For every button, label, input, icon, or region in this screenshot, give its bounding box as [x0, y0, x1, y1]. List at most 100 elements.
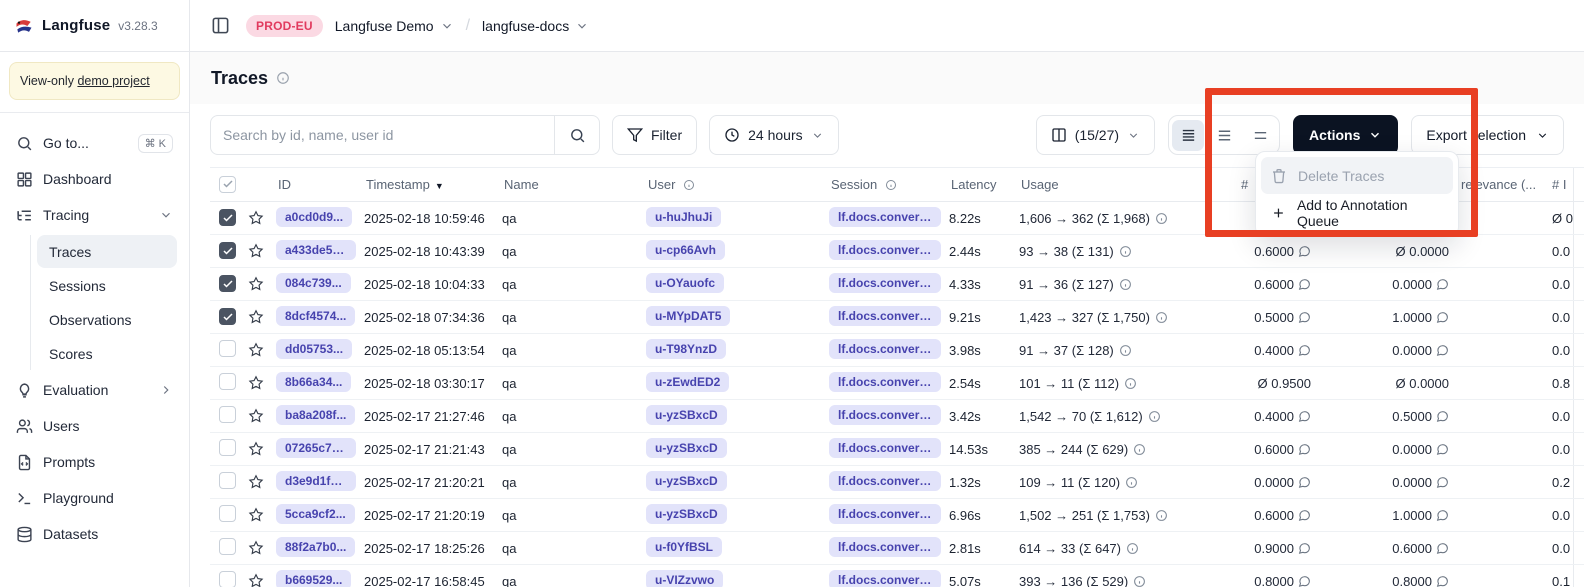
table-row[interactable]: a433de51...2025-02-18 10:43:39qau-cp66Av…	[210, 235, 1584, 268]
project-selector[interactable]: langfuse-docs	[482, 18, 589, 34]
session-cell[interactable]: lf.docs.conversation...	[829, 471, 949, 494]
table-row[interactable]: d3e9d1f2...2025-02-17 21:20:21qau-yzSBxc…	[210, 466, 1584, 499]
user-cell[interactable]: u-huJhuJi	[646, 207, 829, 230]
session-cell[interactable]: lf.docs.conversation...	[829, 339, 949, 362]
user-cell[interactable]: u-yzSBxcD	[646, 405, 829, 428]
user-cell[interactable]: u-yzSBxcD	[646, 438, 829, 461]
row-checkbox[interactable]	[210, 340, 248, 360]
user-cell[interactable]: u-yzSBxcD	[646, 471, 829, 494]
columns-button[interactable]: (15/27)	[1036, 115, 1155, 155]
session-cell[interactable]: lf.docs.conversation...	[829, 240, 949, 263]
menu-item-delete-traces[interactable]: Delete Traces	[1261, 157, 1453, 194]
trace-id-cell[interactable]: b669529...	[276, 570, 364, 587]
sidebar-item-users[interactable]: Users	[8, 408, 181, 444]
search-button[interactable]	[555, 115, 600, 155]
user-cell[interactable]: u-MYpDAT5	[646, 306, 829, 329]
row-checkbox[interactable]	[210, 571, 248, 587]
sidebar-toggle-icon[interactable]	[206, 12, 234, 40]
bookmark-star[interactable]	[248, 243, 276, 259]
info-icon[interactable]	[276, 71, 290, 85]
header-usage[interactable]: Usage	[1019, 177, 1239, 192]
user-cell[interactable]: u-T98YnzD	[646, 339, 829, 362]
session-cell[interactable]: lf.docs.conversation...	[829, 306, 949, 329]
row-checkbox[interactable]	[210, 242, 248, 260]
trace-id-cell[interactable]: dd05753...	[276, 339, 364, 362]
sidebar-item-playground[interactable]: Playground	[8, 480, 181, 516]
select-all-checkbox[interactable]	[219, 176, 236, 193]
menu-item-add-to-annotation-queue[interactable]: Add to Annotation Queue	[1261, 194, 1453, 231]
sidebar-item-dashboard[interactable]: Dashboard	[8, 161, 181, 197]
bookmark-star[interactable]	[248, 309, 276, 325]
header-session[interactable]: Session	[829, 177, 949, 192]
bookmark-star[interactable]	[248, 342, 276, 358]
session-cell[interactable]: lf.docs.conversation...	[829, 438, 949, 461]
trace-id-cell[interactable]: ba8a208f...	[276, 405, 364, 428]
header-name[interactable]: Name	[502, 177, 646, 192]
bookmark-star[interactable]	[248, 573, 276, 587]
table-row[interactable]: 07265c7a...2025-02-17 21:21:43qau-yzSBxc…	[210, 433, 1584, 466]
bookmark-star[interactable]	[248, 441, 276, 457]
export-selection-button[interactable]: Export selection	[1411, 115, 1564, 155]
header-user[interactable]: User	[646, 177, 829, 192]
time-range-button[interactable]: 24 hours	[709, 115, 838, 155]
search-input[interactable]	[210, 115, 555, 155]
row-checkbox[interactable]	[210, 538, 248, 558]
sidebar-item-prompts[interactable]: Prompts	[8, 444, 181, 480]
trace-id-cell[interactable]: a0cd0d9...	[276, 207, 364, 230]
goto-search[interactable]: Go to... ⌘ K	[8, 125, 181, 161]
row-checkbox[interactable]	[210, 373, 248, 393]
session-cell[interactable]: lf.docs.conversation...	[829, 504, 949, 527]
bookmark-star[interactable]	[248, 474, 276, 490]
user-cell[interactable]: u-cp66Avh	[646, 240, 829, 263]
table-row[interactable]: b669529...2025-02-17 16:58:45qau-VIZzvwo…	[210, 565, 1584, 587]
user-cell[interactable]: u-VIZzvwo	[646, 570, 829, 587]
trace-id-cell[interactable]: 88f2a7b0...	[276, 537, 364, 560]
row-checkbox[interactable]	[210, 472, 248, 492]
row-checkbox[interactable]	[210, 505, 248, 525]
session-cell[interactable]: lf.docs.conversation...	[829, 570, 949, 587]
row-height-large-button[interactable]	[1244, 120, 1276, 151]
bookmark-star[interactable]	[248, 408, 276, 424]
table-row[interactable]: 8dcf4574...2025-02-18 07:34:36qau-MYpDAT…	[210, 301, 1584, 334]
demo-project-link[interactable]: demo project	[77, 74, 149, 88]
row-height-medium-button[interactable]	[1208, 120, 1240, 151]
bookmark-star[interactable]	[248, 210, 276, 226]
session-cell[interactable]: lf.docs.conversation...	[829, 405, 949, 428]
bookmark-star[interactable]	[248, 507, 276, 523]
sidebar-item-observations[interactable]: Observations	[37, 303, 177, 336]
trace-id-cell[interactable]: 5cca9cf2...	[276, 504, 364, 527]
table-row[interactable]: 8b66a34...2025-02-18 03:30:17qau-zEwdED2…	[210, 367, 1584, 400]
sidebar-item-traces[interactable]: Traces	[37, 235, 177, 268]
header-relevance[interactable]: relevance (...	[1459, 177, 1549, 192]
row-checkbox[interactable]	[210, 209, 248, 227]
user-cell[interactable]: u-OYauofc	[646, 273, 829, 296]
session-cell[interactable]: lf.docs.conversation...	[829, 372, 949, 395]
sidebar-item-sessions[interactable]: Sessions	[37, 269, 177, 302]
row-checkbox[interactable]	[210, 439, 248, 459]
actions-button[interactable]: Actions	[1293, 115, 1398, 155]
session-cell[interactable]: lf.docs.conversation...	[829, 537, 949, 560]
sidebar-item-tracing[interactable]: Tracing	[8, 197, 181, 233]
row-checkbox[interactable]	[210, 275, 248, 293]
user-cell[interactable]: u-f0YfBSL	[646, 537, 829, 560]
org-selector[interactable]: Langfuse Demo	[335, 18, 454, 34]
trace-id-cell[interactable]: d3e9d1f2...	[276, 471, 364, 494]
row-height-small-button[interactable]	[1172, 120, 1204, 151]
bookmark-star[interactable]	[248, 540, 276, 556]
sidebar-item-scores[interactable]: Scores	[37, 337, 177, 370]
sidebar-item-datasets[interactable]: Datasets	[8, 516, 181, 552]
filter-button[interactable]: Filter	[612, 115, 697, 155]
table-row[interactable]: ba8a208f...2025-02-17 21:27:46qau-yzSBxc…	[210, 400, 1584, 433]
table-row[interactable]: dd05753...2025-02-18 05:13:54qau-T98YnzD…	[210, 334, 1584, 367]
session-cell[interactable]: lf.docs.conversation...	[829, 273, 949, 296]
table-row[interactable]: 5cca9cf2...2025-02-17 21:20:19qau-yzSBxc…	[210, 499, 1584, 532]
trace-id-cell[interactable]: a433de51...	[276, 240, 364, 263]
trace-id-cell[interactable]: 8dcf4574...	[276, 306, 364, 329]
row-checkbox[interactable]	[210, 308, 248, 326]
bookmark-star[interactable]	[248, 375, 276, 391]
trace-id-cell[interactable]: 07265c7a...	[276, 438, 364, 461]
bookmark-star[interactable]	[248, 276, 276, 292]
header-id[interactable]: ID	[276, 177, 364, 192]
user-cell[interactable]: u-yzSBxcD	[646, 504, 829, 527]
trace-id-cell[interactable]: 084c739...	[276, 273, 364, 296]
